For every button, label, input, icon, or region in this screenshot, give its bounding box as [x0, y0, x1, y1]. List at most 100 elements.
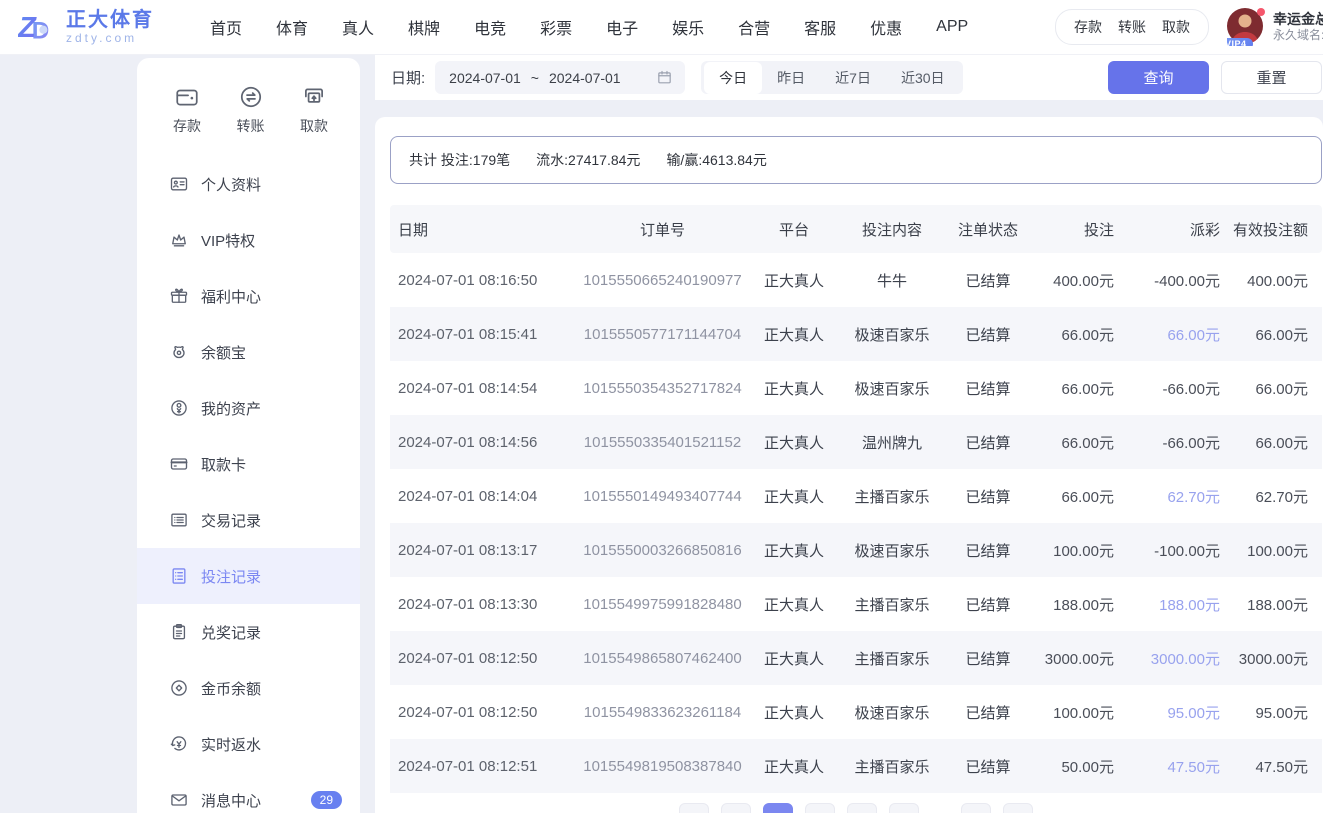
cell-bet-amount: 50.00元	[1061, 758, 1114, 776]
sidebar-item[interactable]: 实时返水	[137, 716, 360, 772]
cell-bet-content: 极速百家乐	[854, 704, 930, 722]
cell-valid-amount: 95.00元	[1255, 704, 1308, 722]
cell-status: 已结算	[965, 542, 1011, 560]
brand-logo[interactable]: Z D 正大体育 zdty.com	[18, 9, 154, 45]
rebate-icon	[169, 734, 189, 754]
cell-bet-content: 主播百家乐	[854, 488, 930, 506]
gift-icon	[169, 286, 189, 306]
cell-platform: 正大真人	[763, 542, 824, 560]
quick-range-option[interactable]: 今日	[704, 61, 763, 94]
nav-item-1[interactable]: 体育	[276, 15, 308, 39]
user-info[interactable]: VIP4 幸运金总 永久域名:	[1227, 8, 1323, 46]
pagination-page-3[interactable]: 3	[805, 803, 835, 813]
filter-bar: 日期: 2024-07-01 ~ 2024-07-01 今日 昨日 近7日 近30日 …	[375, 55, 1323, 100]
cell-bet-content: 主播百家乐	[854, 758, 930, 776]
brand-domain: zdty.com	[66, 31, 138, 45]
cell-payout: 95.00元	[1167, 704, 1220, 722]
summary-part: 输/赢:4613.84元	[666, 152, 767, 168]
nav-item-4[interactable]: 电竞	[474, 15, 506, 39]
cell-payout: -100.00元	[1154, 542, 1220, 560]
cell-bet-amount: 100.00元	[1053, 704, 1114, 722]
sidebar: 存款 转账 取款 个人资料 VIP特权 福利中心 余额宝 我的资产 取款卡 交易…	[137, 58, 360, 813]
cell-date: 2024-07-01 08:16:50	[398, 271, 538, 289]
quick-range-group: 今日 昨日 近7日 近30日	[701, 61, 963, 94]
cell-order-no: 1015549819508387840	[583, 757, 742, 775]
sidebar-item[interactable]: 余额宝	[137, 324, 360, 380]
sidebar-item[interactable]: 我的资产	[137, 380, 360, 436]
sidebar-quick-action[interactable]: 转账	[237, 84, 265, 136]
pagination-page-2[interactable]: 2	[763, 803, 793, 813]
sidebar-item[interactable]: 金币余额	[137, 660, 360, 716]
cell-bet-content: 温州牌九	[861, 434, 922, 452]
pagination-page-18[interactable]: 18	[961, 803, 991, 813]
cell-valid-amount: 100.00元	[1247, 542, 1308, 560]
cell-status: 已结算	[965, 704, 1011, 722]
cell-status: 已结算	[965, 434, 1011, 452]
quick-range-option[interactable]: 近7日	[820, 62, 886, 94]
nav-item-2[interactable]: 真人	[342, 15, 374, 39]
date-to-value: 2024-07-01	[548, 69, 621, 86]
cell-order-no: 1015549865807462400	[583, 649, 742, 667]
sidebar-item[interactable]: 消息中心 29	[137, 772, 360, 813]
reset-button[interactable]: 重置	[1221, 61, 1322, 94]
cell-valid-amount: 66.00元	[1255, 434, 1308, 452]
redeem-icon	[169, 622, 189, 642]
nav-item-10[interactable]: 优惠	[870, 15, 902, 39]
cell-platform: 正大真人	[763, 758, 824, 776]
sidebar-item[interactable]: 投注记录	[137, 548, 360, 604]
table-row: 2024-07-01 08:14:54 1015550354352717824 …	[390, 361, 1322, 415]
table-header: 日期 订单号 平台 投注内容 注单状态 投注 派彩 有效投注额	[390, 205, 1322, 253]
nav-item-7[interactable]: 娱乐	[672, 15, 704, 39]
date-label: 日期:	[391, 70, 426, 87]
pagination-page-5[interactable]: 5	[889, 803, 919, 813]
notification-dot-icon	[1257, 8, 1265, 16]
nav-item-0[interactable]: 首页	[210, 15, 242, 39]
cell-bet-amount: 3000.00元	[1044, 650, 1114, 668]
table-row: 2024-07-01 08:12:51 1015549819508387840 …	[390, 739, 1322, 793]
sidebar-item[interactable]: 福利中心	[137, 268, 360, 324]
date-range-input[interactable]: 2024-07-01 ~ 2024-07-01	[435, 61, 686, 94]
sidebar-item[interactable]: VIP特权	[137, 212, 360, 268]
cell-payout: 188.00元	[1159, 596, 1220, 614]
nav-item-11[interactable]: APP	[936, 18, 968, 36]
nav-item-5[interactable]: 彩票	[540, 15, 572, 39]
cell-bet-amount: 400.00元	[1053, 272, 1114, 290]
cell-order-no: 1015550149493407744	[583, 487, 742, 505]
pagination-page-4[interactable]: 4	[847, 803, 877, 813]
avatar[interactable]: VIP4	[1227, 8, 1265, 46]
column-header: 投注	[1083, 221, 1114, 239]
cell-order-no: 1015550354352717824	[583, 379, 742, 397]
nav-item-9[interactable]: 客服	[804, 15, 836, 39]
sidebar-item[interactable]: 个人资料	[137, 156, 360, 212]
vip-crown-icon	[169, 230, 189, 250]
sidebar-quick-action[interactable]: 存款	[173, 84, 201, 136]
cell-date: 2024-07-01 08:15:41	[398, 325, 538, 343]
wallet-action-link[interactable]: 取款	[1162, 17, 1190, 37]
nav-item-6[interactable]: 电子	[606, 15, 638, 39]
nav-item-8[interactable]: 合营	[738, 15, 770, 39]
cell-bet-content: 主播百家乐	[854, 596, 930, 614]
summary-part: 共计 投注:179笔	[409, 152, 511, 168]
cell-bet-amount: 66.00元	[1061, 434, 1114, 452]
cell-valid-amount: 188.00元	[1247, 596, 1308, 614]
cell-payout: 62.70元	[1167, 488, 1220, 506]
cell-bet-content: 极速百家乐	[854, 542, 930, 560]
sidebar-item[interactable]: 交易记录	[137, 492, 360, 548]
sidebar-item[interactable]: 兑奖记录	[137, 604, 360, 660]
sidebar-quick-action[interactable]: 取款	[300, 84, 328, 136]
cell-date: 2024-07-01 08:14:54	[398, 379, 538, 397]
wallet-action-link[interactable]: 转账	[1118, 17, 1146, 37]
nav-item-3[interactable]: 棋牌	[408, 15, 440, 39]
quick-range-option[interactable]: 近30日	[886, 62, 960, 94]
cell-platform: 正大真人	[763, 488, 824, 506]
quick-range-option[interactable]: 昨日	[762, 62, 820, 94]
pagination-prev[interactable]: ‹	[679, 803, 709, 813]
wallet-action-link[interactable]: 存款	[1074, 17, 1102, 37]
cell-status: 已结算	[965, 758, 1011, 776]
brand-name: 正大体育	[66, 9, 154, 31]
cell-payout: -66.00元	[1162, 434, 1220, 452]
pagination-page-1[interactable]: 1	[721, 803, 751, 813]
sidebar-item[interactable]: 取款卡	[137, 436, 360, 492]
query-button[interactable]: 查询	[1108, 61, 1209, 94]
pagination-next[interactable]: ›	[1003, 803, 1033, 813]
